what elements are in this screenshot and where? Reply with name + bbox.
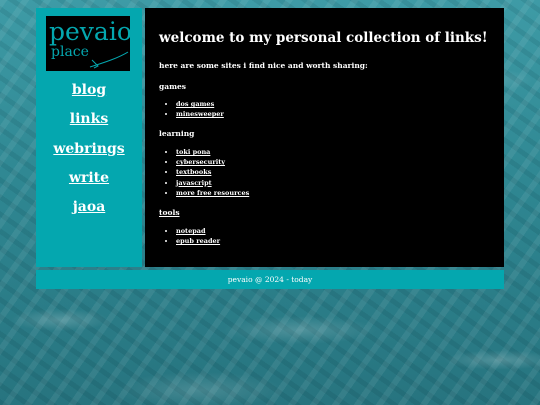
list-item: toki pona	[176, 147, 249, 157]
main-content: welcome to my personal collection of lin…	[145, 8, 504, 267]
list-item: notepad	[176, 226, 220, 236]
link-textbooks[interactable]: textbooks	[176, 168, 211, 176]
list-item: cybersecurity	[176, 157, 249, 167]
link-dos-games[interactable]: dos games	[176, 100, 214, 108]
tools-link-list: notepad epub reader	[159, 226, 220, 246]
page-footer: pevaio @ 2024 - today	[36, 270, 504, 289]
nav-link-blog[interactable]: blog	[36, 80, 142, 109]
learning-link-list: toki pona cybersecurity textbooks javasc…	[159, 147, 249, 198]
sidebar-nav: blog links webrings write jaoa	[36, 80, 142, 226]
link-minesweeper[interactable]: minesweeper	[176, 110, 224, 118]
nav-link-links[interactable]: links	[36, 109, 142, 138]
link-toki-pona[interactable]: toki pona	[176, 148, 210, 156]
site-logo[interactable]: pevaio place	[46, 16, 132, 71]
logo-swoosh-icon	[89, 51, 129, 69]
intro-text: here are some sites i find nice and wort…	[159, 61, 368, 70]
list-item: minesweeper	[176, 109, 224, 119]
link-javascript[interactable]: javascript	[176, 179, 212, 187]
section-title-tools[interactable]: tools	[159, 208, 180, 217]
games-link-list: dos games minesweeper	[159, 99, 224, 119]
section-title-learning: learning	[159, 129, 195, 138]
page-title: welcome to my personal collection of lin…	[159, 30, 488, 46]
list-item: more free resources	[176, 188, 249, 198]
sidebar: pevaio place blog links webrings write j…	[36, 8, 142, 267]
list-item: dos games	[176, 99, 224, 109]
list-item: epub reader	[176, 236, 220, 246]
link-cybersecurity[interactable]: cybersecurity	[176, 158, 225, 166]
link-epub-reader[interactable]: epub reader	[176, 237, 220, 245]
link-more-free-resources[interactable]: more free resources	[176, 189, 249, 197]
list-item: textbooks	[176, 167, 249, 177]
nav-link-write[interactable]: write	[36, 168, 142, 197]
list-item: javascript	[176, 178, 249, 188]
link-notepad[interactable]: notepad	[176, 227, 206, 235]
section-title-games: games	[159, 82, 187, 91]
nav-link-webrings[interactable]: webrings	[36, 139, 142, 168]
nav-link-jaoa[interactable]: jaoa	[36, 197, 142, 226]
